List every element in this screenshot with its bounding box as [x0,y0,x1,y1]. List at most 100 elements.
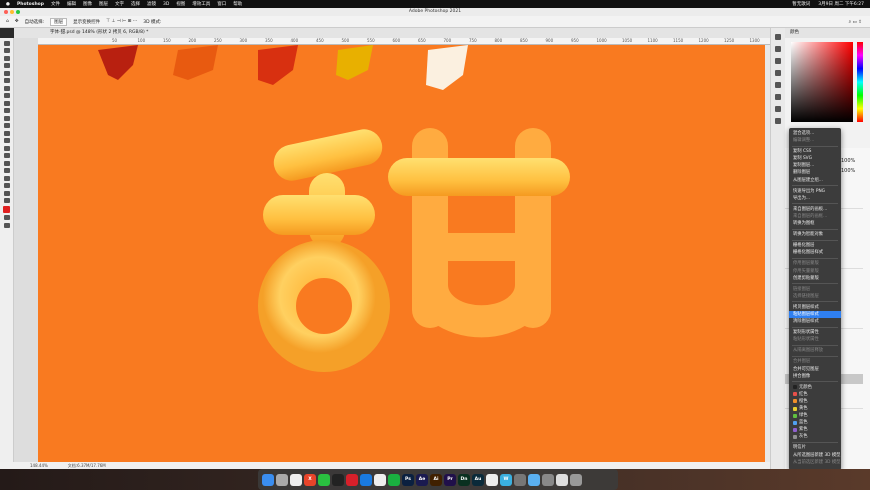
context-menu-item[interactable]: 复制形状属性 [789,329,841,336]
dock-finder-icon[interactable] [262,473,274,486]
context-menu-item[interactable]: 复制 SVG [789,155,841,162]
document-tab[interactable]: 字体-甜.psd @ 148% (形状 2 拷贝 6, RGB/8) * [14,28,770,38]
more-tools-icon[interactable] [3,198,10,203]
menu-layer[interactable]: 图层 [99,1,108,7]
blur-tool-icon[interactable] [3,138,10,143]
context-menu-item[interactable]: 绿色 [789,412,841,419]
move-tool-icon[interactable]: ✥ [15,19,19,24]
history-brush-icon[interactable] [3,115,10,121]
color-tab[interactable]: 颜色 [785,28,870,38]
doc-size[interactable]: 文档:6.37M/17.76M [68,462,106,469]
align-icons[interactable]: ⊤ ⊥ ⊣ ⊢ ⊞ ⋯ [106,19,137,24]
history-icon[interactable] [775,34,781,40]
dock-spotify-like-icon[interactable] [388,473,400,486]
context-menu-item[interactable]: 拼合图像 [789,373,841,380]
context-menu-item[interactable]: 从图层建立组... [789,177,841,184]
context-menu-item[interactable]: 复制图层... [789,162,841,169]
zoom-tool-icon[interactable] [3,190,10,196]
marquee-tool-icon[interactable] [3,48,10,53]
context-menu-item[interactable]: 灰色 [789,433,841,440]
dock-launchpad-icon[interactable] [276,473,288,486]
context-menu-item[interactable]: 明信片 [789,444,841,451]
context-menu-item[interactable]: 复制 CSS [789,148,841,155]
screen-mode-icon[interactable] [3,222,10,228]
dock-browser-icon[interactable] [360,473,372,486]
dock-display-icon[interactable] [556,473,568,486]
context-menu-item[interactable]: 拷贝图层样式 [789,304,841,311]
paragraph-icon[interactable] [775,70,781,76]
dock-w-app-icon[interactable]: W [500,473,512,486]
auto-select-dropdown[interactable]: 图层 [50,17,68,26]
context-menu-item[interactable]: 转换为智能对象 [789,231,841,238]
zoom-level[interactable]: 148.44% [30,462,48,469]
context-menu-item[interactable]: 蓝色 [789,419,841,426]
context-menu-item[interactable]: 无颜色 [789,384,841,391]
context-menu-item[interactable]: 混合选项... [789,130,841,137]
menu-view[interactable]: 视图 [176,1,185,7]
menu-file[interactable]: 文件 [51,1,60,7]
dock-after-effects-icon[interactable]: Ae [416,473,428,486]
context-menu-item[interactable]: 粘贴图层样式 [789,310,841,319]
canvas[interactable] [38,45,765,462]
select-tool-icon[interactable] [3,63,10,68]
context-menu-item[interactable]: 删除图层 [789,169,841,176]
menu-filter[interactable]: 滤镜 [147,1,156,7]
move-tool-icon[interactable] [3,40,10,46]
dock-preview-icon[interactable] [542,473,554,486]
dock-audition-icon[interactable]: Au [472,473,484,486]
dock-illustrator-icon[interactable]: Ai [430,473,442,486]
clock[interactable]: 3月9日 周二 下午6:27 [818,1,864,7]
menu-window[interactable]: 窗口 [217,1,226,7]
character-icon[interactable] [775,58,781,64]
context-menu-item[interactable]: 创建剪贴蒙版 [789,275,841,282]
lyrics-status[interactable]: 暂无歌词 [792,1,810,7]
show-transform-checkbox[interactable]: 显示变换控件 [73,19,100,25]
menu-type[interactable]: 文字 [115,1,124,7]
menu-3d[interactable]: 3D [163,2,169,7]
brush-tool-icon[interactable] [3,100,10,106]
context-menu-item[interactable]: 导出为... [789,195,841,202]
pen-tool-icon[interactable] [3,153,10,158]
minimize-button[interactable] [10,10,14,14]
menu-select[interactable]: 选择 [131,1,140,7]
fill-value[interactable]: 100% [841,168,855,174]
dock-premiere-icon[interactable]: Pr [444,473,456,486]
dock-pen-app-icon[interactable] [486,473,498,486]
path-select-icon[interactable] [3,168,10,173]
brush-settings-icon[interactable] [775,46,781,52]
dock-qq-icon[interactable] [332,473,344,486]
context-menu-item[interactable]: 橙色 [789,398,841,405]
menu-image[interactable]: 图像 [83,1,92,7]
dock-chrome-icon[interactable] [290,473,302,486]
context-menu-item[interactable]: 栅格化图层样式 [789,249,841,256]
heal-tool-icon[interactable] [3,93,10,98]
apple-icon[interactable]: ● [6,2,10,7]
dock-trash-icon[interactable] [570,473,582,486]
context-menu-item[interactable]: 红色 [789,391,841,398]
adjustments-icon[interactable] [775,118,781,124]
context-menu-item[interactable]: 转换为图框 [789,220,841,227]
opacity-value[interactable]: 100% [841,158,855,164]
dock-photoshop-icon[interactable]: Ps [402,473,414,486]
lasso-tool-icon[interactable] [3,55,10,61]
context-menu-item[interactable]: 来自图层的画板... [789,206,841,213]
crop-tool-icon[interactable] [3,70,10,76]
dodge-tool-icon[interactable] [3,145,10,151]
eraser-tool-icon[interactable] [3,123,10,128]
dock-folder-icon[interactable] [528,473,540,486]
glyphs-icon[interactable] [775,82,781,88]
frame-tool-icon[interactable] [3,78,10,83]
context-menu-item[interactable]: 黄色 [789,405,841,412]
type-tool-icon[interactable] [3,160,10,166]
dock-media-icon[interactable] [514,473,526,486]
swatches-icon[interactable] [775,106,781,112]
hand-tool-icon[interactable] [3,183,10,188]
dock-xmind-icon[interactable]: X [304,473,316,486]
context-menu-item[interactable]: 合并可见图层 [789,366,841,373]
menu-edit[interactable]: 编辑 [67,1,76,7]
libraries-icon[interactable] [775,94,781,100]
menu-plugins[interactable]: 增效工具 [192,1,210,7]
search-icon[interactable]: ⌕ ▭ ⇪ [849,19,870,25]
stamp-tool-icon[interactable] [3,108,10,113]
zoom-button[interactable] [16,10,20,14]
